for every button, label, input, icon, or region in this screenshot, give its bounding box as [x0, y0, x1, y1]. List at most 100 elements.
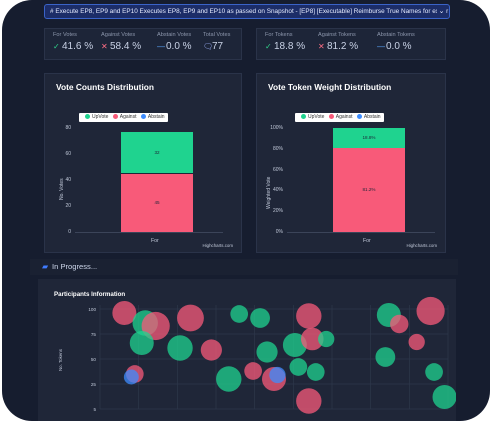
stat-value: 81.2 % [327, 41, 359, 52]
bar-value-label: 32 [154, 149, 160, 155]
participant-bubble[interactable] [129, 331, 154, 355]
bubble-chart: 100 75 50 25 5 [88, 296, 456, 414]
chart-credit[interactable]: Highcharts.com [406, 243, 437, 248]
y-tick-label: 50 [91, 357, 97, 362]
participant-bubble[interactable] [306, 363, 325, 381]
stat-label: Abstain Votes [157, 32, 192, 38]
chat-icon: 🗨 [203, 42, 214, 51]
chart-legend[interactable]: UpVote Against Abstain [79, 113, 168, 122]
stat-value: 77 [212, 41, 224, 52]
stat-for-votes: For Votes ✓ 41.6 % [53, 32, 93, 52]
y-tick-label: 60% [272, 166, 283, 173]
participant-bubble[interactable] [416, 296, 445, 326]
y-tick-label: 80% [272, 145, 283, 152]
y-tick-label: 100 [88, 307, 96, 312]
y-tick-label: 100% [270, 125, 283, 131]
proposal-select-label: # Execute EP8, EP9 and EP10 Executes EP8… [50, 8, 449, 15]
stat-value: 18.8 % [274, 41, 306, 52]
stat-label: For Votes [53, 32, 77, 38]
vote-counts-panel: Vote Counts Distribution UpVote Against … [44, 73, 242, 253]
participant-bubble[interactable] [318, 330, 335, 348]
check-icon: ✓ [53, 42, 60, 51]
y-tick-label: 75 [91, 332, 97, 337]
legend-upvote[interactable]: UpVote [308, 114, 324, 120]
vote-stats-card: For Votes ✓ 41.6 % Against Votes ✕ 58.4 % … [44, 28, 242, 60]
participant-bubble[interactable] [390, 314, 409, 334]
stat-label: Abstain Tokens [377, 32, 415, 38]
stat-label: Against Votes [101, 32, 136, 38]
legend-abstain[interactable]: Abstain [364, 114, 381, 120]
chart-legend[interactable]: UpVote Against Abstain [295, 113, 384, 122]
dashboard-frame: # Execute EP8, EP9 and EP10 Executes EP8… [2, 0, 490, 421]
stat-value: 0.0 % [386, 41, 412, 52]
bar-value-label: 81.2% [362, 186, 376, 192]
x-axis-line [75, 232, 223, 233]
stat-label: Total Votes [203, 32, 231, 38]
participant-bubble[interactable] [250, 308, 270, 328]
participant-bubble[interactable] [289, 358, 308, 376]
y-tick-label: 20% [272, 208, 283, 215]
stat-for-tokens: For Tokens ✓ 18.8 % [265, 32, 305, 52]
chart-title: Vote Token Weight Distribution [268, 82, 392, 92]
token-stats-card: For Tokens ✓ 18.8 % Against Tokens ✕ 81.2 … [256, 28, 446, 60]
x-icon: ✕ [101, 42, 108, 51]
participant-bubble[interactable] [244, 362, 262, 380]
participant-bubble[interactable] [177, 304, 204, 332]
legend-upvote[interactable]: UpVote [92, 114, 108, 120]
x-category-label: For [151, 238, 159, 244]
chart-credit[interactable]: Highcharts.com [202, 243, 233, 248]
chart-title: Vote Counts Distribution [56, 82, 155, 92]
participant-bubble[interactable] [408, 333, 425, 351]
stat-value: 58.4 % [110, 41, 142, 52]
in-progress-header: ▰ In Progress... [30, 259, 458, 275]
bar-value-label: 45 [154, 199, 160, 205]
participant-bubble[interactable] [425, 363, 443, 381]
y-tick-label: 5 [93, 407, 96, 412]
participant-bubble[interactable] [167, 335, 193, 361]
y-tick-label: 25 [91, 382, 97, 387]
legend-against[interactable]: Against [120, 114, 137, 120]
dash-icon: — [377, 42, 385, 51]
y-tick-label: 80 [65, 125, 71, 131]
participant-bubble[interactable] [230, 305, 249, 323]
legend-abstain[interactable]: Abstain [148, 114, 165, 120]
legend-against[interactable]: Against [336, 114, 353, 120]
legend-against-marker [328, 113, 334, 119]
stat-value: 0.0 % [166, 41, 192, 52]
y-tick-label: 40 [65, 177, 71, 183]
legend-abstain-marker [140, 113, 146, 119]
chevron-down-icon[interactable]: ⌄ [437, 5, 446, 18]
y-tick-label: 0% [275, 229, 283, 235]
participant-bubble[interactable] [269, 366, 286, 384]
participant-bubble[interactable] [432, 385, 456, 409]
participant-bubble[interactable] [216, 366, 242, 392]
x-category-label: For [363, 238, 371, 244]
stat-label: For Tokens [265, 32, 293, 38]
participant-bubble[interactable] [256, 341, 278, 363]
stat-label: Against Tokens [318, 32, 356, 38]
participant-bubble[interactable] [123, 369, 139, 385]
y-tick-label: 0 [68, 229, 71, 235]
in-progress-label: In Progress... [52, 262, 98, 271]
progress-icon: ▰ [42, 262, 49, 271]
bar-value-label: 18.8% [362, 134, 376, 140]
stat-total-votes: Total Votes 🗨77 [203, 32, 230, 52]
x-icon: ✕ [318, 42, 325, 51]
legend-upvote-marker [301, 113, 306, 119]
participant-bubble[interactable] [375, 347, 396, 367]
proposal-select[interactable]: # Execute EP8, EP9 and EP10 Executes EP8… [44, 4, 450, 19]
y-tick-label: 40% [272, 187, 283, 194]
stat-value: 41.6 % [62, 41, 94, 52]
token-weight-panel: Vote Token Weight Distribution UpVote Ag… [256, 73, 446, 253]
stat-against-tokens: Against Tokens ✕ 81.2 % [318, 32, 358, 52]
participant-bubble[interactable] [200, 339, 222, 361]
participants-panel: Participants Information No. Tokens 100 7… [38, 279, 456, 421]
stat-against-votes: Against Votes ✕ 58.4 % [101, 32, 141, 52]
stat-abstain-tokens: Abstain Tokens —0.0 % [377, 32, 415, 52]
participant-bubble[interactable] [296, 388, 322, 414]
legend-upvote-marker [85, 113, 90, 119]
stat-abstain-votes: Abstain Votes —0.0 % [157, 32, 192, 52]
legend-against-marker [112, 113, 118, 119]
participant-bubble[interactable] [296, 303, 322, 329]
legend-abstain-marker [356, 113, 362, 119]
